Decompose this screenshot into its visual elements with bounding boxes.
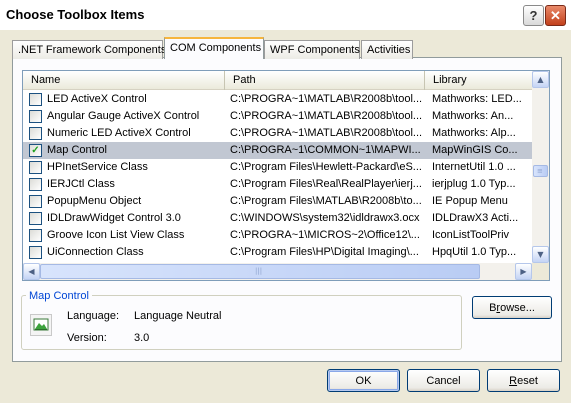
row-path: C:\PROGRA~1\MICROS~2\Office12\... — [230, 229, 420, 241]
tab-activities[interactable]: Activities — [361, 40, 413, 59]
row-name: HPInetService Class — [47, 161, 148, 173]
scroll-right-button[interactable]: ▶ — [515, 263, 532, 280]
vertical-scrollbar[interactable]: ▲ ≡ ▼ — [532, 71, 549, 263]
row-path: C:\PROGRA~1\COMMON~1\MAPWI... — [230, 144, 421, 156]
question-icon: ? — [529, 8, 538, 23]
row-path: C:\Program Files\Real\RealPlayer\ierj... — [230, 178, 422, 190]
reset-button[interactable]: Reset — [487, 369, 560, 392]
table-row[interactable]: LED ActiveX Control C:\PROGRA~1\MATLAB\R… — [23, 91, 532, 108]
scroll-down-button[interactable]: ▼ — [532, 246, 549, 263]
table-row[interactable]: IDLDrawWidget Control 3.0 C:\WINDOWS\sys… — [23, 210, 532, 227]
row-library: Mathworks: Alp... — [432, 127, 516, 139]
row-checkbox[interactable] — [29, 127, 42, 140]
grip-icon: ||| — [255, 267, 263, 275]
row-checkbox[interactable] — [29, 178, 42, 191]
cancel-button[interactable]: Cancel — [407, 369, 480, 392]
row-checkbox[interactable] — [29, 110, 42, 123]
table-row[interactable]: UiConnection Class C:\Program Files\HP\D… — [23, 244, 532, 261]
chevron-down-icon: ▼ — [537, 250, 544, 259]
row-path: C:\PROGRA~1\MATLAB\R2008b\tool... — [230, 110, 422, 122]
close-button[interactable]: ✕ — [545, 5, 566, 26]
horizontal-scroll-thumb[interactable]: ||| — [40, 264, 480, 279]
list-header: Name Path Library — [23, 71, 532, 90]
row-path: C:\Program Files\Hewlett-Packard\eS... — [230, 161, 422, 173]
row-checkbox[interactable] — [29, 229, 42, 242]
chevron-up-icon: ▲ — [537, 75, 544, 84]
row-name: Numeric LED ActiveX Control — [47, 127, 191, 139]
help-button[interactable]: ? — [523, 5, 544, 26]
row-library: MapWinGIS Co... — [432, 144, 518, 156]
reset-label-suffix: eset — [517, 374, 538, 387]
row-checkbox[interactable] — [29, 161, 42, 174]
row-library: IconListToolPriv — [432, 229, 510, 241]
scroll-left-button[interactable]: ◀ — [23, 263, 40, 280]
row-library: IE Popup Menu — [432, 195, 508, 207]
language-label: Language: — [67, 310, 119, 322]
row-checkbox[interactable]: ✓ — [29, 144, 42, 157]
list-rows: LED ActiveX Control C:\PROGRA~1\MATLAB\R… — [23, 91, 532, 261]
language-value: Language Neutral — [134, 310, 222, 322]
browse-label-suffix: owse... — [500, 301, 535, 314]
checkmark-icon: ✓ — [31, 145, 40, 156]
column-header-library[interactable]: Library — [425, 71, 532, 90]
row-checkbox[interactable] — [29, 93, 42, 106]
tab-com-components[interactable]: COM Components — [164, 37, 264, 59]
browse-button[interactable]: Br owse... — [472, 296, 552, 319]
row-name: IERJCtl Class — [47, 178, 115, 190]
horizontal-scrollbar[interactable]: ◀ ||| ▶ — [23, 263, 532, 280]
vertical-scroll-thumb[interactable]: ≡ — [533, 165, 548, 177]
row-name: Groove Icon List View Class — [47, 229, 185, 241]
row-library: IDLDrawX3 Acti... — [432, 212, 519, 224]
table-row[interactable]: Groove Icon List View Class C:\PROGRA~1\… — [23, 227, 532, 244]
details-group-title: Map Control — [26, 290, 92, 302]
table-row[interactable]: IERJCtl Class C:\Program Files\Real\Real… — [23, 176, 532, 193]
ok-button[interactable]: OK — [327, 369, 400, 392]
version-value: 3.0 — [134, 332, 150, 344]
row-name: LED ActiveX Control — [47, 93, 147, 105]
row-library: InternetUtil 1.0 ... — [432, 161, 516, 173]
column-header-path[interactable]: Path — [225, 71, 425, 90]
title-bar: Choose Toolbox Items ? ✕ — [0, 0, 571, 30]
scroll-up-button[interactable]: ▲ — [532, 71, 549, 88]
row-name: IDLDrawWidget Control 3.0 — [47, 212, 181, 224]
window-title: Choose Toolbox Items — [6, 7, 145, 22]
row-name: UiConnection Class — [47, 246, 144, 258]
table-row[interactable]: HPInetService Class C:\Program Files\Hew… — [23, 159, 532, 176]
row-name: Map Control — [47, 144, 107, 156]
row-library: Mathworks: LED... — [432, 93, 522, 105]
chevron-left-icon: ◀ — [28, 267, 35, 276]
row-library: ierjplug 1.0 Typ... — [432, 178, 516, 190]
close-icon: ✕ — [550, 7, 561, 23]
row-library: HpqUtil 1.0 Typ... — [432, 246, 517, 258]
browse-label-prefix: B — [489, 301, 497, 314]
cancel-label: Cancel — [426, 374, 461, 387]
column-header-name[interactable]: Name — [23, 71, 225, 90]
table-row[interactable]: Numeric LED ActiveX Control C:\PROGRA~1\… — [23, 125, 532, 142]
chevron-right-icon: ▶ — [520, 267, 527, 276]
table-row-selected[interactable]: ✓ Map Control C:\PROGRA~1\COMMON~1\MAPWI… — [23, 142, 532, 159]
row-name: PopupMenu Object — [47, 195, 142, 207]
ok-label: OK — [355, 374, 372, 387]
table-row[interactable]: Angular Gauge ActiveX Control C:\PROGRA~… — [23, 108, 532, 125]
row-library: Mathworks: An... — [432, 110, 514, 122]
row-checkbox[interactable] — [29, 246, 42, 259]
grip-icon: ≡ — [537, 167, 543, 175]
row-checkbox[interactable] — [29, 212, 42, 225]
scroll-corner — [532, 263, 549, 280]
tab-net-framework-components[interactable]: .NET Framework Components — [12, 40, 166, 59]
row-path: C:\WINDOWS\system32\idldrawx3.ocx — [230, 212, 420, 224]
row-path: C:\PROGRA~1\MATLAB\R2008b\tool... — [230, 93, 422, 105]
row-name: Angular Gauge ActiveX Control — [47, 110, 200, 122]
reset-label-accel: R — [509, 374, 518, 387]
row-path: C:\Program Files\MATLAB\R2008b\to... — [230, 195, 422, 207]
version-label: Version: — [67, 332, 107, 344]
row-path: C:\Program Files\HP\Digital Imaging\... — [230, 246, 419, 258]
tab-wpf-components[interactable]: WPF Components — [264, 40, 360, 59]
table-row[interactable]: PopupMenu Object C:\Program Files\MATLAB… — [23, 193, 532, 210]
row-checkbox[interactable] — [29, 195, 42, 208]
map-control-icon — [30, 314, 52, 336]
row-path: C:\PROGRA~1\MATLAB\R2008b\tool... — [230, 127, 422, 139]
components-list[interactable]: Name Path Library LED ActiveX Control C:… — [22, 70, 550, 281]
